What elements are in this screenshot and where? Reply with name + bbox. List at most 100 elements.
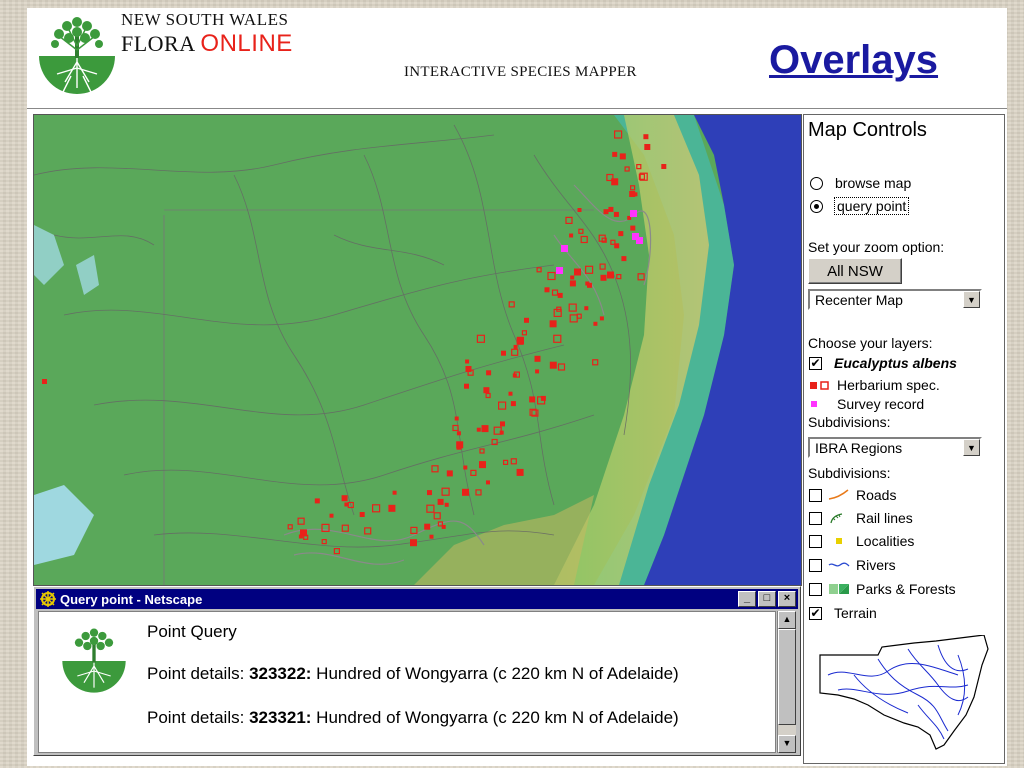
chevron-down-icon[interactable]: ▼: [963, 291, 980, 308]
header: NEW SOUTH WALES FLORA ONLINE INTERACTIVE…: [27, 8, 1007, 109]
subdivisions-label-2: Subdivisions:: [808, 465, 891, 481]
map-point: [476, 427, 481, 432]
point-details-label: Point details:: [147, 708, 250, 727]
map-point: [410, 539, 417, 547]
species-layer-toggle[interactable]: ✔ Eucalyptus albens: [809, 355, 957, 371]
map-point: [577, 208, 582, 212]
nsw-flora-tree-logo: [62, 628, 126, 693]
map-point: [429, 534, 434, 539]
radio-button-selected[interactable]: [810, 199, 823, 213]
scroll-thumb[interactable]: [778, 629, 796, 725]
subdivisions-select-value: IBRA Regions: [815, 440, 903, 456]
rail-line-icon: [830, 513, 843, 524]
map-point: [483, 387, 490, 394]
map-point: [608, 206, 614, 212]
radio-browse-map[interactable]: browse map: [810, 175, 911, 191]
point-place: Hundred of Wongyarra (c 220 km N of Adel…: [311, 664, 679, 683]
map-point: [612, 151, 618, 157]
overlay-parks[interactable]: Parks & Forests: [809, 581, 956, 597]
radio-query-point[interactable]: query point: [810, 197, 910, 215]
overlay-rivers[interactable]: Rivers: [809, 557, 896, 573]
map-point: [510, 401, 516, 407]
minimize-button[interactable]: _: [738, 591, 756, 607]
map-point: [544, 287, 550, 293]
overlay-roads[interactable]: Roads: [809, 487, 896, 503]
zoom-select[interactable]: Recenter Map ▼: [808, 289, 982, 310]
query-point-window: Query point - Netscape _ □ × Point Query…: [33, 586, 801, 756]
map-canvas[interactable]: [34, 115, 801, 585]
brand-online: ONLINE: [200, 30, 293, 57]
map-point: [42, 379, 47, 384]
page-title: Overlays: [769, 38, 939, 82]
road-line-icon: [828, 489, 849, 500]
checkbox[interactable]: [809, 534, 822, 548]
map-point: [535, 369, 540, 374]
map-point: [593, 321, 598, 326]
controls-title: Map Controls: [808, 119, 927, 141]
map-point: [479, 461, 486, 469]
overlay-label: Rivers: [856, 557, 896, 573]
map-point: [499, 430, 504, 435]
overlay-terrain[interactable]: ✔ Terrain: [809, 605, 877, 621]
map-point: [618, 231, 624, 237]
map-point: [619, 153, 626, 160]
chevron-down-icon[interactable]: ▼: [963, 439, 980, 456]
checkbox-checked[interactable]: ✔: [809, 606, 822, 620]
scroll-up-icon[interactable]: ▲: [778, 611, 796, 629]
map-point: [437, 498, 444, 505]
species-map[interactable]: [33, 114, 802, 586]
point-id: 323321:: [249, 708, 312, 727]
map-point: [643, 134, 649, 140]
overlay-label: Parks & Forests: [856, 581, 956, 597]
map-point: [481, 425, 489, 433]
app-subtitle: INTERACTIVE SPECIES MAPPER: [404, 64, 637, 80]
map-point: [540, 395, 546, 401]
map-point: [621, 256, 627, 262]
vertical-scrollbar[interactable]: ▲ ▼: [777, 611, 796, 753]
brand-line1: NEW SOUTH WALES: [121, 10, 289, 29]
survey-point: [556, 267, 563, 274]
map-point: [500, 421, 505, 427]
map-point: [630, 225, 636, 231]
map-point: [446, 470, 453, 477]
map-point: [584, 306, 589, 311]
map-point: [454, 416, 459, 421]
map-point: [557, 292, 563, 298]
map-point: [486, 480, 490, 485]
map-point: [486, 370, 492, 376]
close-button[interactable]: ×: [778, 591, 796, 607]
map-point: [463, 465, 468, 470]
subdivisions-select[interactable]: IBRA Regions ▼: [808, 437, 982, 458]
checkbox[interactable]: [809, 488, 822, 502]
point-place: Hundred of Wongyarra (c 220 km N of Adel…: [311, 708, 679, 727]
checkbox-checked[interactable]: ✔: [809, 356, 822, 370]
window-titlebar[interactable]: Query point - Netscape _ □ ×: [36, 589, 798, 609]
overlay-localities[interactable]: Localities: [809, 533, 914, 549]
map-point: [570, 275, 575, 280]
nsw-overview-map[interactable]: [818, 635, 990, 751]
point-details-label: Point details:: [147, 664, 250, 683]
map-point: [359, 512, 365, 517]
scroll-down-icon[interactable]: ▼: [778, 735, 796, 753]
map-point: [587, 282, 592, 288]
radio-label: query point: [833, 197, 910, 215]
window-controls: _ □ ×: [738, 591, 796, 607]
map-point: [599, 316, 604, 321]
map-point: [534, 355, 541, 362]
map-point: [611, 178, 619, 186]
map-point: [603, 209, 609, 215]
netscape-icon: [40, 591, 56, 607]
radio-button[interactable]: [810, 176, 823, 190]
checkbox[interactable]: [809, 558, 822, 572]
map-point: [607, 271, 614, 279]
all-nsw-button[interactable]: All NSW: [808, 258, 902, 284]
point-result-row: Point details: 323321: Hundred of Wongya…: [147, 708, 679, 728]
overlay-label: Localities: [856, 533, 915, 549]
map-point: [444, 502, 449, 507]
overlay-rail[interactable]: Rail lines: [809, 510, 913, 526]
map-point: [529, 396, 536, 403]
maximize-button[interactable]: □: [758, 591, 776, 607]
checkbox[interactable]: [809, 582, 822, 596]
point-result-row: Point details: 323322: Hundred of Wongya…: [147, 664, 679, 684]
checkbox[interactable]: [809, 511, 822, 525]
